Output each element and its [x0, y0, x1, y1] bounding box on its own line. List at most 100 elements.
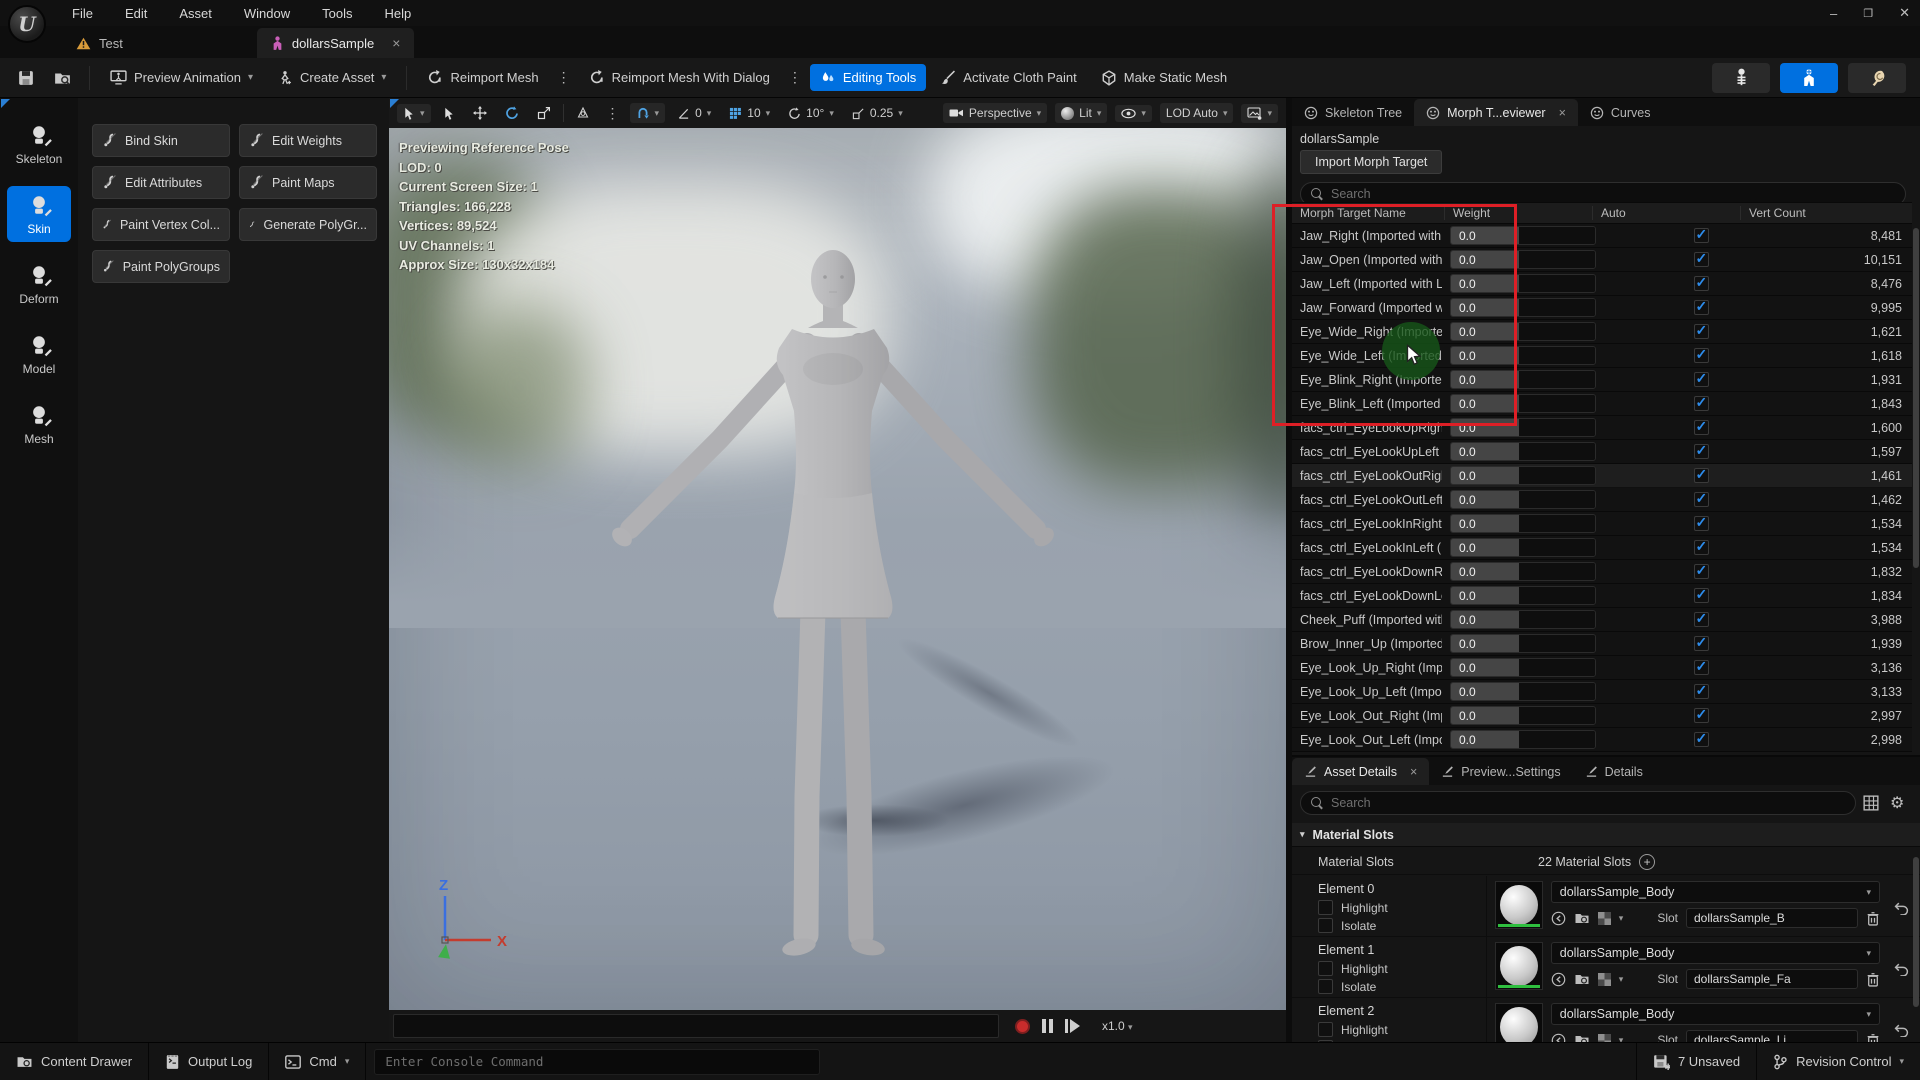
checker-icon[interactable] — [1598, 1034, 1611, 1043]
isolate-checkbox[interactable] — [1318, 979, 1333, 994]
weight-spinbox[interactable]: 0.0 — [1450, 466, 1596, 485]
record-button[interactable] — [1015, 1019, 1030, 1034]
auto-checkbox[interactable] — [1694, 276, 1709, 291]
weight-spinbox[interactable]: 0.0 — [1450, 706, 1596, 725]
weight-track[interactable] — [1519, 539, 1595, 556]
grid-view-icon[interactable] — [1862, 795, 1880, 811]
weight-value[interactable]: 0.0 — [1451, 659, 1519, 676]
editing-tools-button[interactable]: Editing Tools — [810, 64, 926, 91]
auto-checkbox[interactable] — [1694, 540, 1709, 555]
weight-spinbox[interactable]: 0.0 — [1450, 658, 1596, 677]
morph-name[interactable]: Eye_Look_Out_Right (Impo — [1292, 709, 1442, 723]
auto-checkbox[interactable] — [1694, 564, 1709, 579]
show-flags-dropdown[interactable]: ▾ — [1115, 105, 1152, 122]
morph-target-row[interactable]: Eye_Look_Out_Left (Impor 0.0 2,998 — [1292, 728, 1912, 752]
material-dropdown[interactable]: dollarsSample_Body▾ — [1551, 1003, 1880, 1025]
weight-value[interactable]: 0.0 — [1451, 539, 1519, 556]
skin-tool-button[interactable]: Generate PolyGr... — [239, 208, 377, 241]
slot-name-input[interactable]: dollarsSample_Li — [1686, 1030, 1858, 1042]
browse-icon[interactable] — [1574, 1033, 1590, 1042]
highlight-checkbox[interactable] — [1318, 900, 1333, 915]
morph-target-row[interactable]: Cheek_Puff (Imported with 0.0 3,988 — [1292, 608, 1912, 632]
weight-track[interactable] — [1519, 731, 1595, 748]
weight-track[interactable] — [1519, 443, 1595, 460]
weight-value[interactable]: 0.0 — [1451, 515, 1519, 532]
weight-track[interactable] — [1519, 467, 1595, 484]
skin-tool-button[interactable]: Paint Vertex Col... — [92, 208, 230, 241]
morph-name[interactable]: Eye_Look_Out_Left (Impor — [1292, 733, 1442, 747]
morph-name[interactable]: Eye_Look_Up_Right (Impo — [1292, 661, 1442, 675]
auto-checkbox[interactable] — [1694, 372, 1709, 387]
morph-target-row[interactable]: facs_ctrl_EyeLookInRight ( 0.0 1,534 — [1292, 512, 1912, 536]
reset-to-default-button[interactable] — [1888, 942, 1914, 997]
viewport[interactable]: ▾ ⋮ ▾ 0▾ — [389, 98, 1286, 1042]
morph-name[interactable]: Cheek_Puff (Imported with — [1292, 613, 1442, 627]
content-drawer-button[interactable]: Content Drawer — [0, 1043, 149, 1080]
weight-track[interactable] — [1519, 371, 1595, 388]
pause-button[interactable] — [1042, 1019, 1053, 1033]
console-command-input[interactable] — [385, 1054, 809, 1069]
highlight-checkbox[interactable] — [1318, 961, 1333, 976]
weight-track[interactable] — [1519, 587, 1595, 604]
snap-translate-button[interactable]: 0▾ — [671, 103, 717, 123]
weight-spinbox[interactable]: 0.0 — [1450, 610, 1596, 629]
add-material-slot-button[interactable]: + — [1639, 854, 1655, 870]
auto-checkbox[interactable] — [1694, 468, 1709, 483]
skin-tool-button[interactable]: Bind Skin — [92, 124, 230, 157]
isolate-checkbox[interactable] — [1318, 918, 1333, 933]
weight-track[interactable] — [1519, 563, 1595, 580]
weight-spinbox[interactable]: 0.0 — [1450, 634, 1596, 653]
output-log-button[interactable]: Output Log — [149, 1043, 269, 1080]
auto-checkbox[interactable] — [1694, 492, 1709, 507]
morph-name[interactable]: facs_ctrl_EyeLookOutRigh — [1292, 469, 1442, 483]
reset-to-default-button[interactable] — [1888, 1003, 1914, 1042]
weight-track[interactable] — [1519, 707, 1595, 724]
auto-checkbox[interactable] — [1694, 660, 1709, 675]
weight-value[interactable]: 0.0 — [1451, 611, 1519, 628]
auto-checkbox[interactable] — [1694, 252, 1709, 267]
auto-checkbox[interactable] — [1694, 732, 1709, 747]
checker-icon[interactable] — [1598, 912, 1611, 925]
weight-spinbox[interactable]: 0.0 — [1450, 562, 1596, 581]
reimport-mesh-with-dialog-button[interactable]: Reimport Mesh With Dialog — [579, 64, 780, 91]
menu-item[interactable]: Tools — [310, 3, 364, 24]
weight-value[interactable]: 0.0 — [1451, 635, 1519, 652]
morph-target-row[interactable]: facs_ctrl_EyeLookOutLeft 0.0 1,462 — [1292, 488, 1912, 512]
details-search-field[interactable] — [1300, 791, 1856, 815]
panel-tab[interactable]: Asset Details × — [1292, 758, 1429, 785]
collapse-arrow-icon[interactable]: ▾ — [1300, 829, 1305, 840]
maximize-button[interactable]: ❐ — [1863, 7, 1873, 20]
checker-dropdown-arrow[interactable]: ▾ — [1619, 1035, 1624, 1043]
mode-rail-item[interactable]: Mesh — [7, 396, 71, 452]
import-morph-target-button[interactable]: Import Morph Target — [1300, 150, 1442, 174]
weight-track[interactable] — [1519, 515, 1595, 532]
menu-item[interactable]: Help — [372, 3, 423, 24]
highlight-checkbox[interactable] — [1318, 1022, 1333, 1037]
timeline-scrubber[interactable] — [393, 1014, 999, 1038]
rotate-tool-button[interactable] — [499, 103, 525, 123]
weight-spinbox[interactable]: 0.0 — [1450, 730, 1596, 749]
weight-track[interactable] — [1519, 323, 1595, 340]
column-verts[interactable]: Vert Count — [1740, 206, 1912, 220]
mode-rail-item[interactable]: Skeleton — [7, 116, 71, 172]
morph-name[interactable]: facs_ctrl_EyeLookOutLeft — [1292, 493, 1442, 507]
details-scrollbar[interactable] — [1913, 857, 1919, 1007]
tab-close-icon[interactable]: × — [1559, 106, 1566, 120]
revision-control-dropdown[interactable]: Revision Control▾ — [1756, 1043, 1920, 1080]
weight-track[interactable] — [1519, 395, 1595, 412]
auto-checkbox[interactable] — [1694, 612, 1709, 627]
save-button[interactable] — [10, 64, 42, 92]
tab-close-icon[interactable]: × — [1410, 765, 1417, 779]
weight-track[interactable] — [1519, 611, 1595, 628]
weight-track[interactable] — [1519, 251, 1595, 268]
scene-3d[interactable]: Previewing Reference PoseLOD: 0Current S… — [389, 128, 1286, 1010]
asset-tab[interactable]: Test — [62, 28, 137, 58]
rotation-space-dropdown[interactable]: ▾ — [630, 103, 666, 123]
morph-name[interactable]: Brow_Inner_Up (Imported — [1292, 637, 1442, 651]
move-tool-button[interactable] — [467, 103, 493, 123]
weight-spinbox[interactable]: 0.0 — [1450, 490, 1596, 509]
weight-track[interactable] — [1519, 683, 1595, 700]
skin-tool-button[interactable]: Edit Weights — [239, 124, 377, 157]
morph-target-row[interactable]: Eye_Look_Out_Right (Impo 0.0 2,997 — [1292, 704, 1912, 728]
morph-name[interactable]: Eye_Look_Up_Left (Import — [1292, 685, 1442, 699]
